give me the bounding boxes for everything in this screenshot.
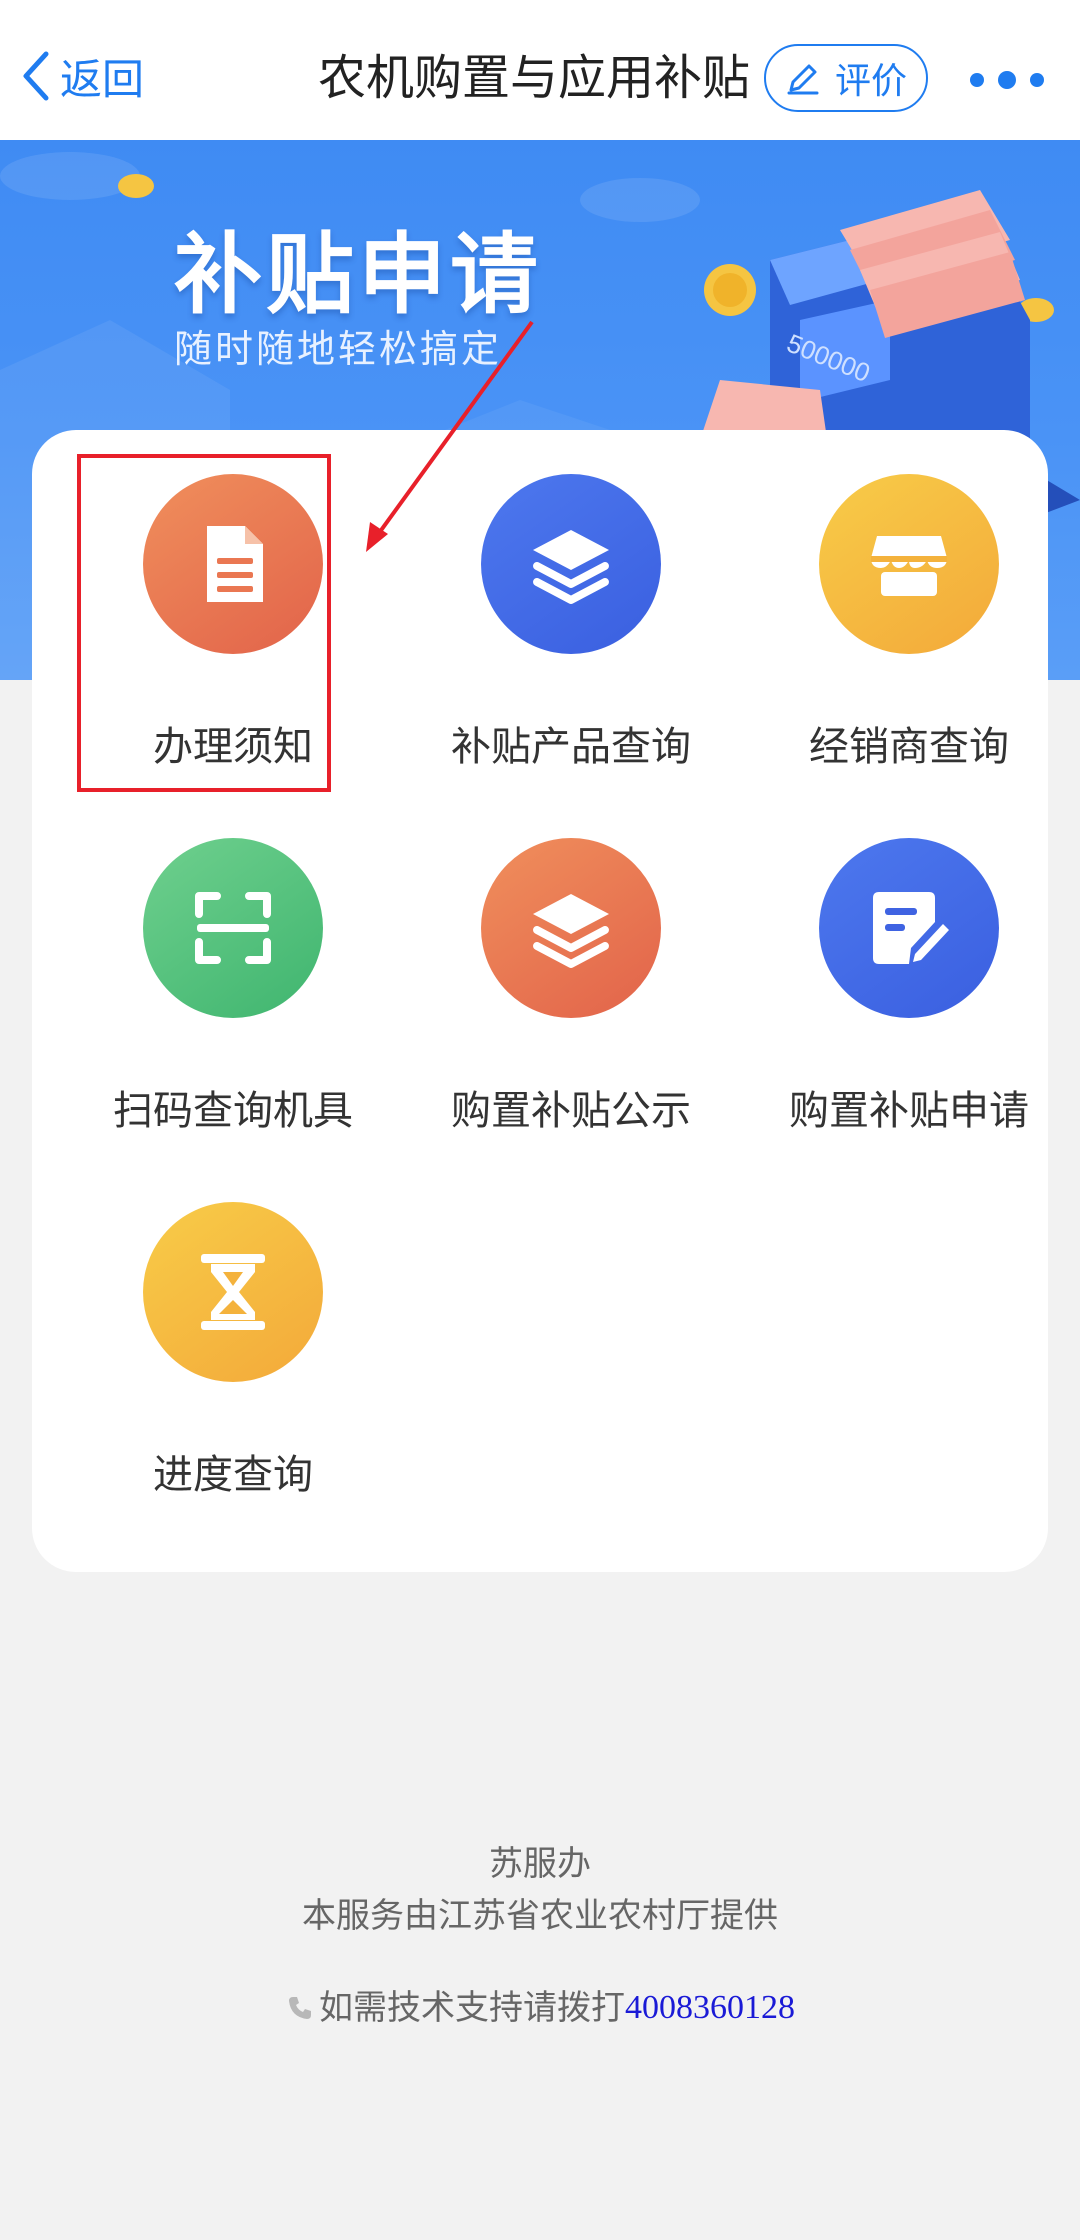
layers-icon — [533, 530, 609, 604]
banner-subtitle: 随时随地轻松搞定 — [174, 327, 503, 371]
hourglass-icon — [201, 1254, 265, 1330]
service-icon-bg — [819, 838, 999, 1018]
footer-provider: 本服务由江苏省农业农村厅提供 — [302, 1896, 778, 1936]
service-item-progress-query[interactable]: 进度查询 — [64, 1158, 402, 1498]
support-text: 如需技术支持请拨打 — [319, 1988, 625, 2028]
support-line: 如需技术支持请拨打 4008360128 — [0, 1982, 1080, 2034]
document-icon — [207, 526, 263, 602]
service-item-subsidy-notice[interactable]: 购置补贴公示 — [402, 794, 740, 1134]
service-icon-bg — [481, 474, 661, 654]
rate-label: 评价 — [834, 61, 907, 102]
service-label: 补贴产品查询 — [451, 724, 691, 770]
layers-icon — [533, 894, 609, 968]
banner-title: 补贴申请 — [174, 223, 543, 326]
service-icon-bg — [143, 474, 323, 654]
more-button[interactable] — [952, 60, 1062, 100]
service-icon-bg — [481, 838, 661, 1018]
more-dot-icon — [1030, 73, 1044, 87]
service-label: 扫码查询机具 — [113, 1088, 353, 1134]
service-item-guide[interactable]: 办理须知 — [64, 430, 402, 770]
service-icon-bg — [819, 474, 999, 654]
pencil-icon — [787, 64, 819, 95]
service-label: 办理须知 — [153, 724, 313, 770]
service-label: 购置补贴申请 — [789, 1088, 1029, 1134]
scan-icon — [195, 892, 271, 964]
nav-bar: 返回 农机购置与应用补贴 评价 — [0, 0, 1080, 140]
footer-brand: 苏服办 — [489, 1844, 591, 1884]
service-item-scan-query[interactable]: 扫码查询机具 — [64, 794, 402, 1134]
services-card: 办理须知 补贴产品查询 经销商查询 扫码查询机具 购置补贴公示 购置补贴申请 进… — [32, 430, 1048, 1572]
service-icon-bg — [143, 1202, 323, 1382]
edit-form-icon — [873, 892, 949, 964]
back-button[interactable]: 返回 — [16, 46, 144, 106]
back-label: 返回 — [60, 54, 145, 104]
chevron-left-icon — [23, 51, 49, 101]
service-label: 进度查询 — [153, 1452, 313, 1498]
store-icon — [871, 536, 947, 596]
footer: 苏服办 本服务由江苏省农业农村厅提供 如需技术支持请拨打 4008360128 — [0, 1838, 1080, 2034]
service-item-product-query[interactable]: 补贴产品查询 — [402, 430, 740, 770]
support-phone-link[interactable]: 4008360128 — [625, 1982, 795, 2034]
page: 返回 农机购置与应用补贴 评价 500000 补贴申请 随时随地轻松搞定 办理须… — [0, 0, 1080, 2240]
service-label: 购置补贴公示 — [451, 1088, 691, 1134]
service-label: 经销商查询 — [809, 724, 1009, 770]
phone-icon — [289, 1997, 311, 2019]
service-item-subsidy-apply[interactable]: 购置补贴申请 — [740, 794, 1078, 1134]
service-icon-bg — [143, 838, 323, 1018]
page-title: 农机购置与应用补贴 — [318, 50, 751, 106]
rate-button[interactable]: 评价 — [764, 44, 928, 112]
service-item-dealer-query[interactable]: 经销商查询 — [740, 430, 1078, 770]
more-dot-icon — [970, 73, 984, 87]
more-dot-icon — [998, 71, 1016, 89]
